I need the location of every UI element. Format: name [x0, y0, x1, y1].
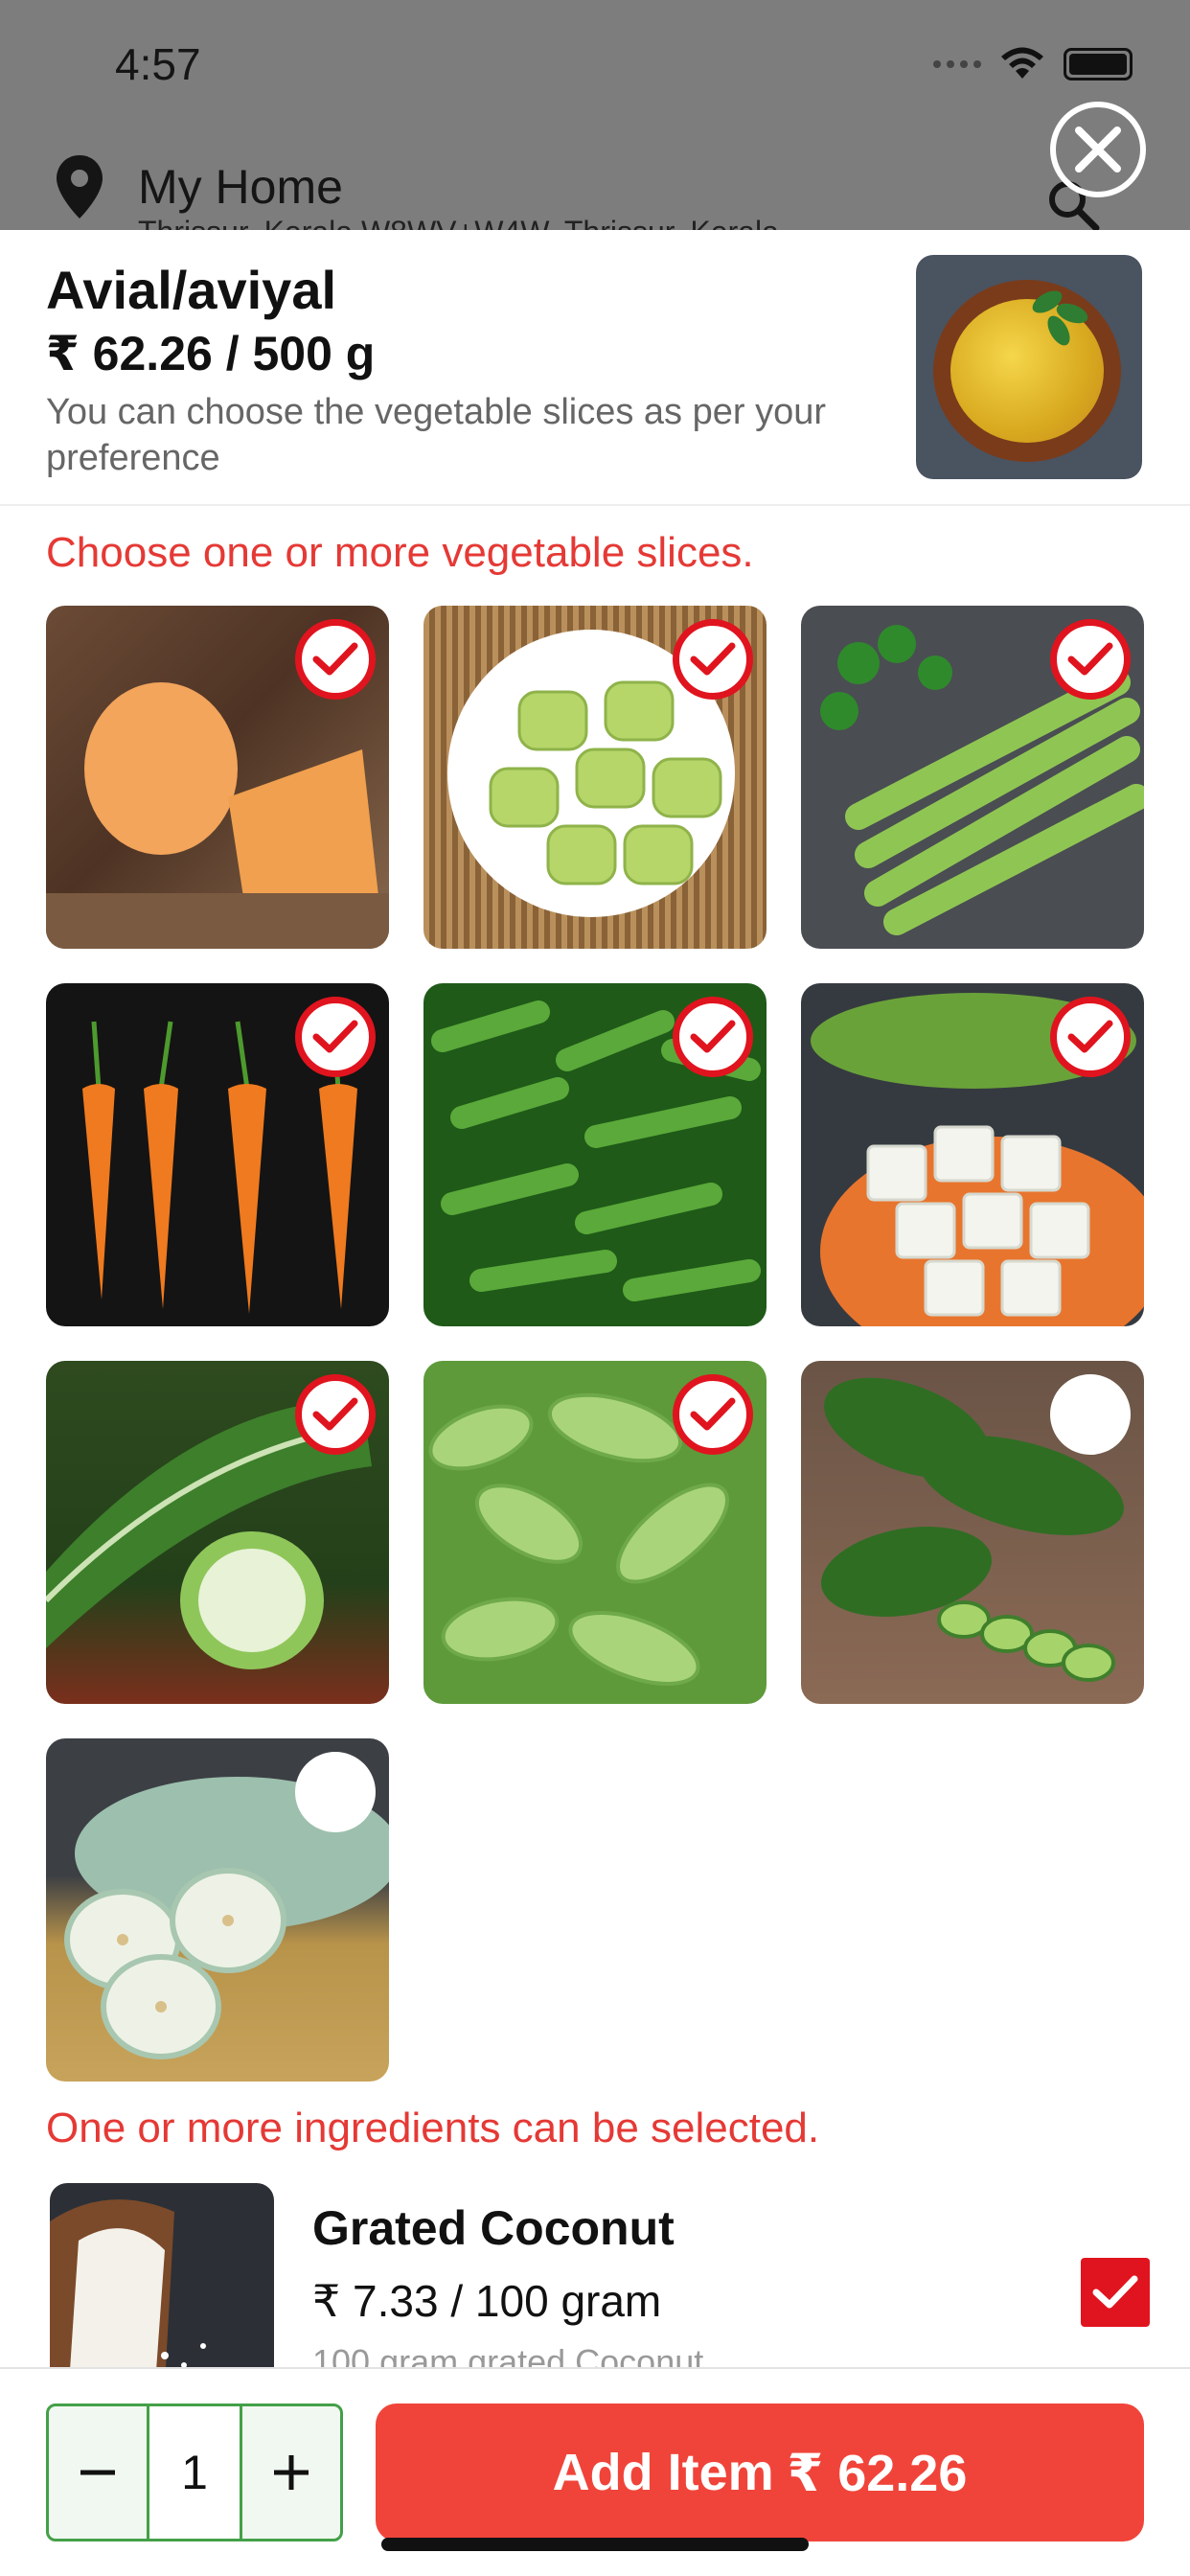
ingredient-price: ₹ 7.33 / 100 gram: [312, 2276, 662, 2326]
wifi-icon: [1001, 47, 1043, 79]
slice-check-white-pumpkin[interactable]: [295, 1752, 376, 1832]
slice-tile-raw-banana[interactable]: [423, 606, 767, 949]
location-pin-icon: [57, 155, 103, 218]
slice-tile-white-pumpkin[interactable]: [46, 1738, 389, 2082]
home-indicator: [381, 2538, 809, 2551]
location-row[interactable]: My Home: [54, 153, 343, 220]
check-icon: [312, 1397, 358, 1431]
check-icon: [1092, 2275, 1138, 2309]
battery-icon: [1064, 48, 1133, 80]
check-icon: [1067, 1020, 1113, 1053]
ingredient-row[interactable]: Grated Coconut ₹ 7.33 / 100 gram 100 gra…: [0, 2181, 1190, 2384]
product-price: ₹ 62.26 / 500 g: [46, 327, 376, 380]
add-item-button[interactable]: Add Item ₹ 62.26: [376, 2404, 1144, 2542]
slice-check-bitter-gourd[interactable]: [1050, 1374, 1131, 1455]
product-description: You can choose the vegetable slices as p…: [46, 392, 827, 478]
check-icon: [1067, 642, 1113, 676]
slice-tile-beans[interactable]: [423, 983, 767, 1326]
slice-tile-yam[interactable]: [46, 606, 389, 949]
slice-check-carrot[interactable]: [295, 997, 376, 1077]
slice-tile-carrot[interactable]: [46, 983, 389, 1326]
close-button[interactable]: [1050, 102, 1146, 197]
signal-icon: [933, 60, 981, 68]
slice-check-ash-gourd[interactable]: [1050, 997, 1131, 1077]
slice-check-raw-banana[interactable]: [673, 619, 753, 700]
slice-check-drumstick[interactable]: [1050, 619, 1131, 700]
background-app-header: 4:57 My Home Thrissur, Kerala W8WV+W4W, …: [0, 0, 1190, 249]
ingredient-checkbox[interactable]: [1081, 2258, 1150, 2327]
close-icon: [1075, 126, 1121, 172]
slice-tile-drumstick[interactable]: [801, 606, 1144, 949]
ingredients-section-label: One or more ingredients can be selected.: [46, 2104, 820, 2151]
status-time: 4:57: [115, 39, 201, 89]
product-header: Avial/aviyal ₹ 62.26 / 500 g You can cho…: [0, 230, 1190, 506]
add-item-label: Add Item: [552, 2444, 774, 2501]
quantity-value: 1: [147, 2406, 242, 2539]
slice-check-beans[interactable]: [673, 997, 753, 1077]
ingredient-name: Grated Coconut: [312, 2201, 675, 2255]
product-image: [916, 255, 1142, 479]
add-item-price: ₹ 62.26: [787, 2444, 968, 2502]
ingredient-image: [50, 2183, 274, 2384]
slices-section-label: Choose one or more vegetable slices.: [46, 529, 754, 576]
quantity-stepper: 1: [46, 2404, 343, 2542]
check-icon: [690, 642, 736, 676]
status-icons: [933, 46, 1133, 82]
slice-tile-ash-gourd[interactable]: [801, 983, 1144, 1326]
slice-tile-bitter-gourd[interactable]: [801, 1361, 1144, 1704]
minus-icon: [80, 2470, 115, 2475]
product-name: Avial/aviyal: [46, 260, 337, 320]
increment-button[interactable]: [242, 2406, 340, 2539]
check-icon: [690, 1020, 736, 1053]
product-sheet: Avial/aviyal ₹ 62.26 / 500 g You can cho…: [0, 230, 1190, 2576]
slice-check-ivy-gourd[interactable]: [673, 1374, 753, 1455]
slice-check-snake-gourd[interactable]: [295, 1374, 376, 1455]
slice-tile-snake-gourd[interactable]: [46, 1361, 389, 1704]
check-icon: [312, 642, 358, 676]
plus-icon: [274, 2455, 309, 2490]
decrement-button[interactable]: [49, 2406, 147, 2539]
check-icon: [312, 1020, 358, 1053]
location-title: My Home: [138, 160, 343, 214]
slice-tile-ivy-gourd[interactable]: [423, 1361, 767, 1704]
check-icon: [690, 1397, 736, 1431]
slice-check-yam[interactable]: [295, 619, 376, 700]
